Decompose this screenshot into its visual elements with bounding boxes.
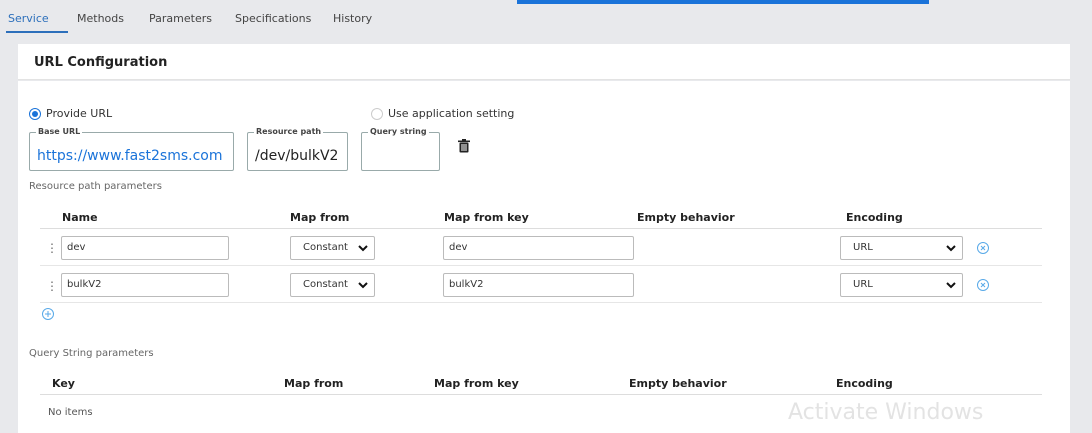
base-url-legend: Base URL [38, 127, 81, 136]
base-url-field[interactable]: Base URL https://www.fast2sms.com [29, 128, 234, 171]
chevron-down-icon [358, 245, 368, 252]
map-from-key-input[interactable]: dev [443, 236, 634, 260]
encoding-select[interactable]: URL [840, 273, 963, 297]
query-params-label: Query String parameters [29, 348, 154, 359]
col-key-header: Key [52, 377, 75, 390]
provide-url-radio[interactable]: Provide URL [29, 107, 112, 120]
encoding-value: URL [853, 242, 873, 253]
col-map-from-key-header: Map from key [434, 377, 519, 390]
row-divider [40, 302, 1042, 303]
card-title: URL Configuration [34, 55, 168, 70]
trash-icon[interactable] [458, 139, 470, 156]
map-from-value: Constant [303, 279, 348, 290]
col-name-header: Name [62, 211, 98, 224]
map-from-value: Constant [303, 242, 348, 253]
chevron-down-icon [358, 282, 368, 289]
map-from-select[interactable]: Constant [290, 273, 375, 297]
resource-path-legend: Resource path [256, 127, 322, 136]
use-app-setting-label: Use application setting [388, 107, 515, 120]
active-tab-indicator [6, 31, 68, 33]
radio-selected-icon [29, 107, 41, 120]
col-empty-behavior-header: Empty behavior [637, 211, 735, 224]
col-map-from-header: Map from [284, 377, 344, 390]
tab-specifications[interactable]: Specifications [235, 12, 311, 25]
query-string-legend: Query string [370, 127, 427, 136]
col-encoding-header: Encoding [836, 377, 893, 390]
use-app-setting-radio[interactable]: Use application setting [371, 107, 514, 120]
row-divider [40, 265, 1042, 266]
param-name-input[interactable]: dev [61, 236, 229, 260]
chevron-down-icon [946, 282, 956, 289]
col-empty-behavior-header: Empty behavior [629, 377, 727, 390]
resource-path-field[interactable]: Resource path /dev/bulkV2 [247, 128, 348, 171]
tab-parameters[interactable]: Parameters [149, 12, 212, 25]
map-from-select[interactable]: Constant [290, 236, 375, 260]
encoding-value: URL [853, 279, 873, 290]
col-map-from-key-header: Map from key [444, 211, 529, 224]
base-url-value: https://www.fast2sms.com [37, 148, 223, 164]
resource-params-label: Resource path parameters [29, 181, 162, 192]
query-string-field[interactable]: Query string [361, 128, 440, 171]
add-circle-icon[interactable] [42, 308, 54, 320]
param-name-input[interactable]: bulkV2 [61, 273, 229, 297]
header-divider [40, 394, 1042, 395]
provide-url-label: Provide URL [46, 107, 113, 120]
remove-circle-icon[interactable] [977, 279, 989, 291]
resource-path-value: /dev/bulkV2 [255, 148, 339, 164]
card-header: URL Configuration [18, 44, 1070, 80]
top-progress-bar [517, 0, 929, 4]
tab-bar: Service Methods Parameters Specification… [0, 0, 1092, 36]
no-items-text: No items [48, 407, 93, 418]
activate-windows-watermark: Activate Windows [788, 400, 984, 425]
tab-history[interactable]: History [333, 12, 372, 25]
encoding-select[interactable]: URL [840, 236, 963, 260]
tab-service[interactable]: Service [8, 12, 49, 25]
col-map-from-header: Map from [290, 211, 350, 224]
map-from-key-input[interactable]: bulkV2 [443, 273, 634, 297]
radio-unselected-icon [371, 107, 383, 120]
col-encoding-header: Encoding [846, 211, 903, 224]
remove-circle-icon[interactable] [977, 242, 989, 254]
header-divider [40, 228, 1042, 229]
chevron-down-icon [946, 245, 956, 252]
tab-methods[interactable]: Methods [77, 12, 124, 25]
